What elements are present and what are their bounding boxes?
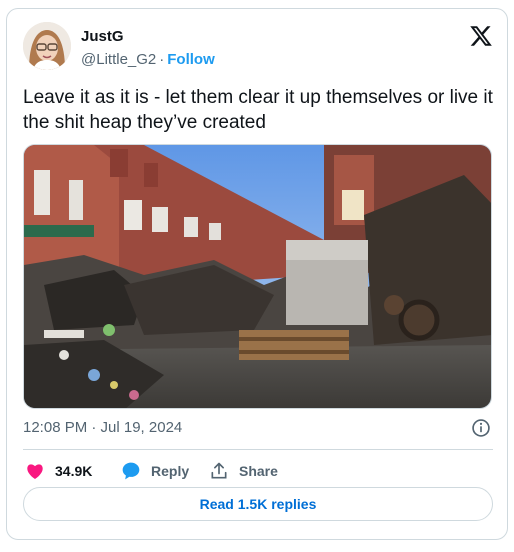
share-label: Share: [239, 463, 278, 479]
read-replies-button[interactable]: Read 1.5K replies: [23, 487, 493, 521]
tweet-photo[interactable]: [23, 144, 492, 409]
author-name[interactable]: JustG: [81, 28, 124, 45]
burnt-street-photo: [24, 145, 491, 408]
tweet-actions: 34.9K Reply Share: [23, 457, 493, 485]
separator-dot: ·: [159, 51, 165, 68]
info-icon[interactable]: [471, 418, 491, 438]
divider: [23, 449, 493, 450]
like-count: 34.9K: [55, 463, 93, 479]
reply-bubble-icon: [122, 462, 140, 480]
avatar[interactable]: [23, 22, 71, 70]
author-handle[interactable]: @Little_G2: [81, 51, 156, 68]
share-icon: [211, 462, 227, 479]
tweet-text: Leave it as it is - let them clear it up…: [23, 87, 493, 133]
reply-label: Reply: [151, 463, 190, 479]
x-logo-icon[interactable]: [469, 24, 493, 48]
tweet-card: JustG @Little_G2 · Follow Leave it as it i…: [6, 8, 508, 540]
share-button[interactable]: Share: [209, 457, 278, 485]
reply-button[interactable]: Reply: [121, 457, 189, 485]
like-button[interactable]: 34.9K: [25, 457, 92, 485]
tweet-timestamp[interactable]: 12:08 PM · Jul 19, 2024: [23, 419, 182, 436]
author-handle-line: @Little_G2 · Follow: [81, 51, 215, 68]
heart-icon: [27, 464, 43, 479]
avatar-image: [23, 22, 71, 70]
follow-button[interactable]: Follow: [167, 51, 215, 68]
tweet-header: JustG @Little_G2 · Follow: [23, 22, 493, 74]
